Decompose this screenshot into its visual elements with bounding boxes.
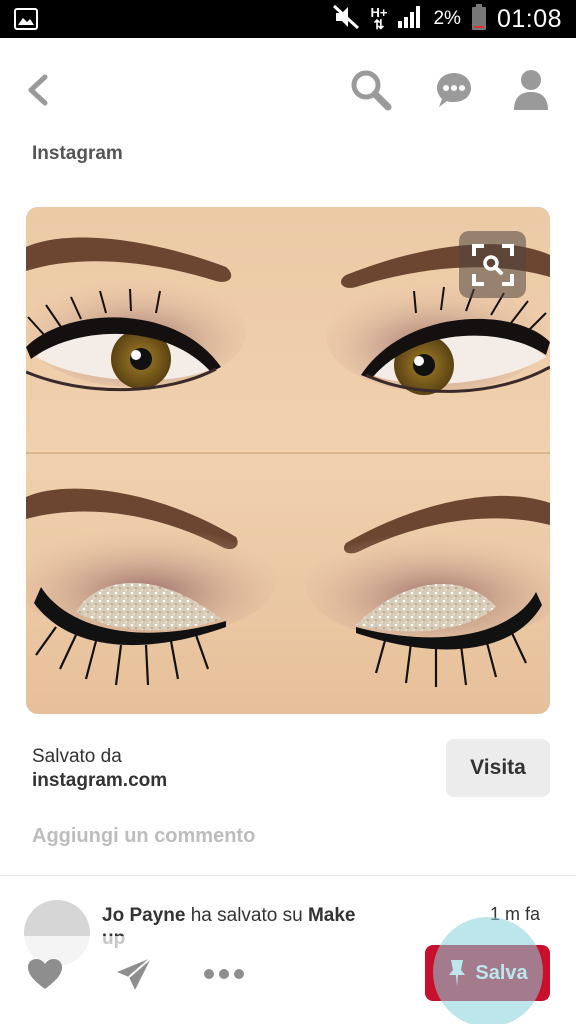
pin-icon [449,960,466,987]
activity-board[interactable]: Make [308,905,356,926]
save-button[interactable]: Salva [425,945,550,1001]
data-arrows-icon: ⇅ [373,17,385,32]
visual-search-icon [471,243,514,286]
pin-source-label[interactable]: Instagram [32,143,123,165]
divider [0,875,576,876]
signal-icon [397,5,423,34]
battery-icon [471,3,487,36]
mute-icon [332,4,360,35]
search-icon[interactable] [349,68,393,112]
activity-action: ha salvato su [185,905,308,926]
top-bar [0,38,576,138]
activity-user[interactable]: Jo Payne [102,905,185,926]
comment-input[interactable]: Aggiungi un commento [32,825,255,848]
chat-icon[interactable] [433,70,475,110]
saved-from-domain[interactable]: instagram.com [32,770,167,792]
back-arrow-icon[interactable] [20,70,54,110]
activity-time: 1 m fa [490,904,541,924]
more-icon[interactable] [202,960,246,988]
heart-icon[interactable] [26,956,64,992]
profile-icon[interactable] [511,68,551,112]
pin-image[interactable] [26,207,550,714]
network-type-indicator: H+ ⇅ [370,6,387,32]
gallery-notification-icon [14,8,38,35]
visual-search-button[interactable] [459,231,526,298]
send-icon[interactable] [114,954,154,994]
visit-button[interactable]: Visita [446,739,550,797]
saved-from-label: Salvato da [32,746,122,767]
save-label: Salva [475,961,528,984]
status-bar: H+ ⇅ 2% 01:08 [0,0,576,38]
battery-percent: 2% [433,8,461,29]
status-time: 01:08 [496,4,562,33]
